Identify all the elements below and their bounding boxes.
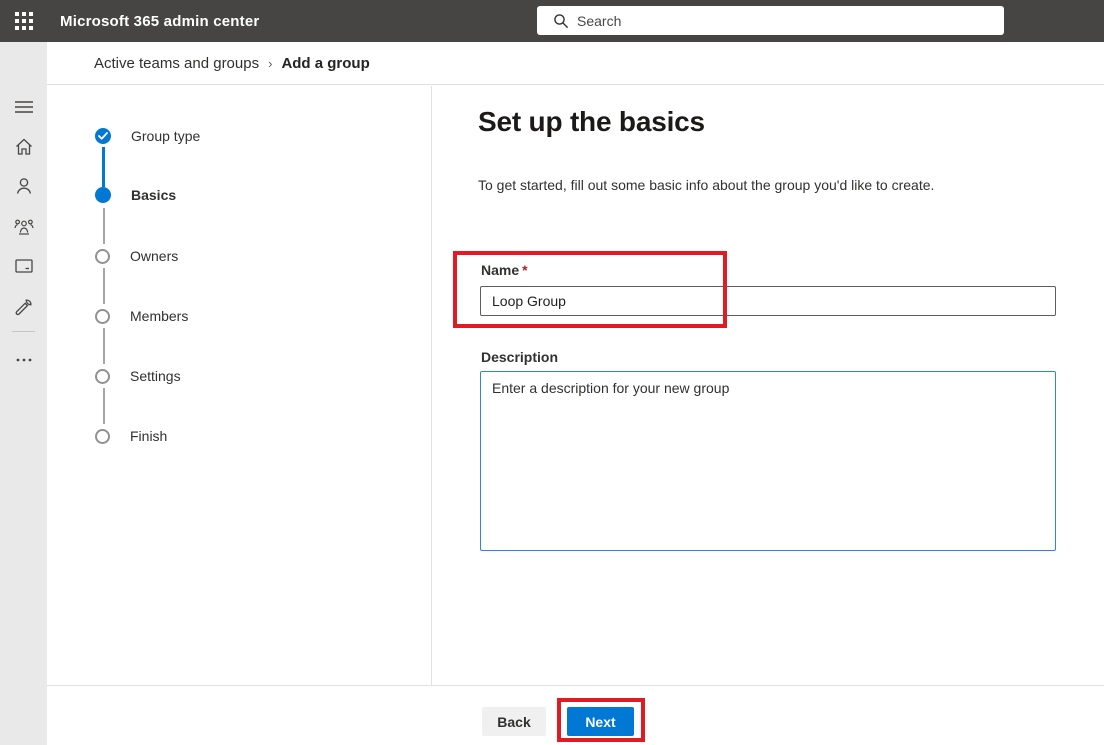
step-upcoming-circle	[95, 249, 110, 264]
waffle-icon	[15, 12, 33, 30]
wizard-steps-panel: Group type Basics Owners Members Setting…	[47, 86, 432, 685]
main-content: Set up the basics To get started, fill o…	[432, 86, 1104, 685]
breadcrumb-current: Add a group	[281, 55, 369, 72]
left-nav-rail	[0, 42, 47, 745]
step-label: Members	[130, 308, 188, 324]
step-upcoming-circle	[95, 429, 110, 444]
nav-teams-groups[interactable]	[0, 210, 47, 244]
back-button[interactable]: Back	[482, 707, 546, 736]
step-label: Finish	[130, 428, 167, 444]
step-upcoming-circle	[95, 309, 110, 324]
home-icon	[15, 138, 33, 156]
search-input[interactable]	[577, 13, 994, 29]
wizard-step-members[interactable]: Members	[95, 308, 188, 324]
group-name-input[interactable]	[480, 286, 1056, 316]
wizard-step-finish[interactable]: Finish	[95, 428, 167, 444]
global-search[interactable]	[537, 6, 1004, 35]
menu-icon	[15, 100, 33, 114]
required-asterisk: *	[522, 262, 527, 278]
more-ellipsis-icon	[16, 358, 32, 362]
nav-collapse-button[interactable]	[0, 90, 47, 124]
name-field-label: Name*	[481, 262, 528, 278]
nav-support[interactable]	[0, 290, 47, 324]
billing-icon	[15, 259, 33, 273]
wizard-step-basics[interactable]: Basics	[95, 187, 176, 203]
nav-show-more[interactable]	[0, 343, 47, 377]
breadcrumb: Active teams and groups › Add a group	[47, 42, 1104, 85]
app-top-bar: Microsoft 365 admin center	[0, 0, 1104, 42]
nav-home[interactable]	[0, 130, 47, 164]
step-current-dot	[95, 187, 111, 203]
page-subtitle: To get started, fill out some basic info…	[478, 177, 1058, 193]
wizard-footer: Back Next	[47, 685, 1104, 745]
page-title: Set up the basics	[478, 106, 705, 138]
step-connector	[103, 208, 105, 244]
wizard-step-owners[interactable]: Owners	[95, 248, 178, 264]
step-upcoming-circle	[95, 369, 110, 384]
users-icon	[15, 177, 33, 195]
search-icon	[553, 13, 569, 29]
app-title: Microsoft 365 admin center	[60, 13, 259, 30]
teams-groups-icon	[14, 219, 34, 235]
step-connector	[103, 268, 105, 304]
description-field-label: Description	[481, 349, 558, 365]
step-label: Settings	[130, 368, 181, 384]
step-connector	[103, 388, 105, 424]
step-label: Basics	[131, 187, 176, 203]
breadcrumb-parent-link[interactable]: Active teams and groups	[94, 55, 259, 72]
app-launcher-button[interactable]	[0, 0, 48, 42]
nav-divider	[12, 331, 35, 332]
step-connector	[103, 328, 105, 364]
wizard-step-settings[interactable]: Settings	[95, 368, 181, 384]
step-label: Owners	[130, 248, 178, 264]
step-completed-check-icon	[95, 128, 111, 144]
next-button[interactable]: Next	[567, 707, 634, 736]
nav-users[interactable]	[0, 169, 47, 203]
step-label: Group type	[131, 128, 200, 144]
group-description-textarea[interactable]	[480, 371, 1056, 551]
breadcrumb-separator-icon: ›	[268, 56, 272, 71]
step-connector	[102, 147, 105, 187]
wizard-step-group-type[interactable]: Group type	[95, 128, 200, 144]
support-wrench-icon	[15, 298, 33, 316]
nav-billing[interactable]	[0, 249, 47, 283]
